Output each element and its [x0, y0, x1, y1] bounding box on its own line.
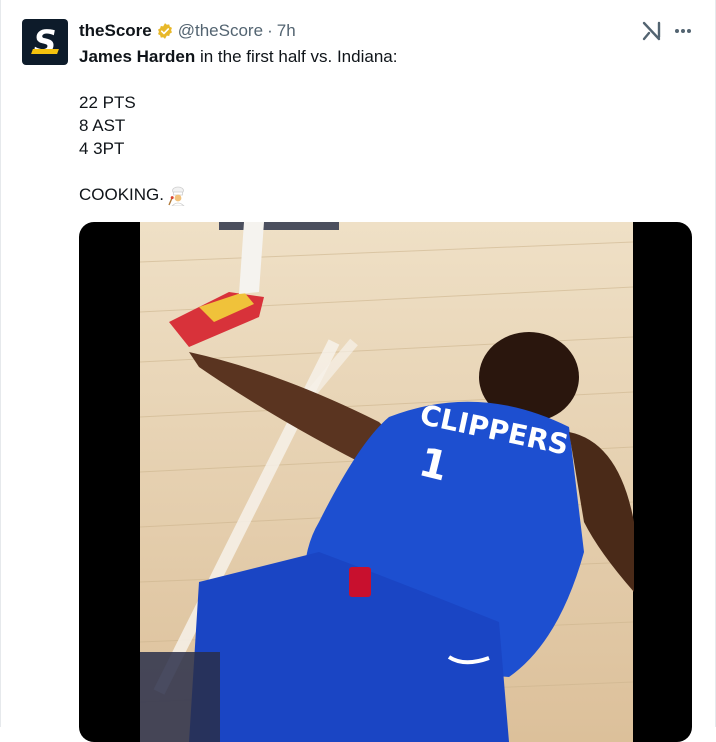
tweet-header: theScore @theScore · 7h	[79, 20, 296, 42]
author-handle[interactable]: @theScore	[178, 21, 263, 41]
grok-icon[interactable]	[641, 20, 663, 42]
tweet-line-cooking: COOKING.	[79, 183, 679, 206]
video-player[interactable]: CLIPPERS 1	[79, 222, 692, 742]
avatar-stripe	[31, 49, 59, 54]
stat-points: 22 PTS	[79, 93, 136, 112]
tweet-card[interactable]: S theScore @theScore · 7h James Harden i…	[0, 0, 716, 742]
tweet-text: James Harden in the first half vs. India…	[79, 45, 679, 206]
timestamp[interactable]: 7h	[277, 21, 296, 41]
stat-threes: 4 3PT	[79, 139, 125, 158]
author-name[interactable]: theScore	[79, 21, 152, 41]
verified-badge-icon	[157, 23, 172, 39]
stat-assists: 8 AST	[79, 116, 126, 135]
separator-dot: ·	[267, 21, 273, 40]
avatar-letter: S	[33, 23, 57, 61]
cooking-text: COOKING.	[79, 185, 165, 204]
avatar[interactable]: S	[22, 19, 68, 65]
tweet-line-1: James Harden in the first half vs. India…	[79, 45, 679, 68]
player-mention: James Harden	[79, 47, 196, 66]
video-frame: CLIPPERS 1	[139, 222, 634, 742]
tweet-line-1-rest: in the first half vs. Indiana:	[195, 47, 398, 66]
chef-emoji-icon	[168, 186, 185, 206]
more-icon[interactable]	[672, 20, 694, 42]
